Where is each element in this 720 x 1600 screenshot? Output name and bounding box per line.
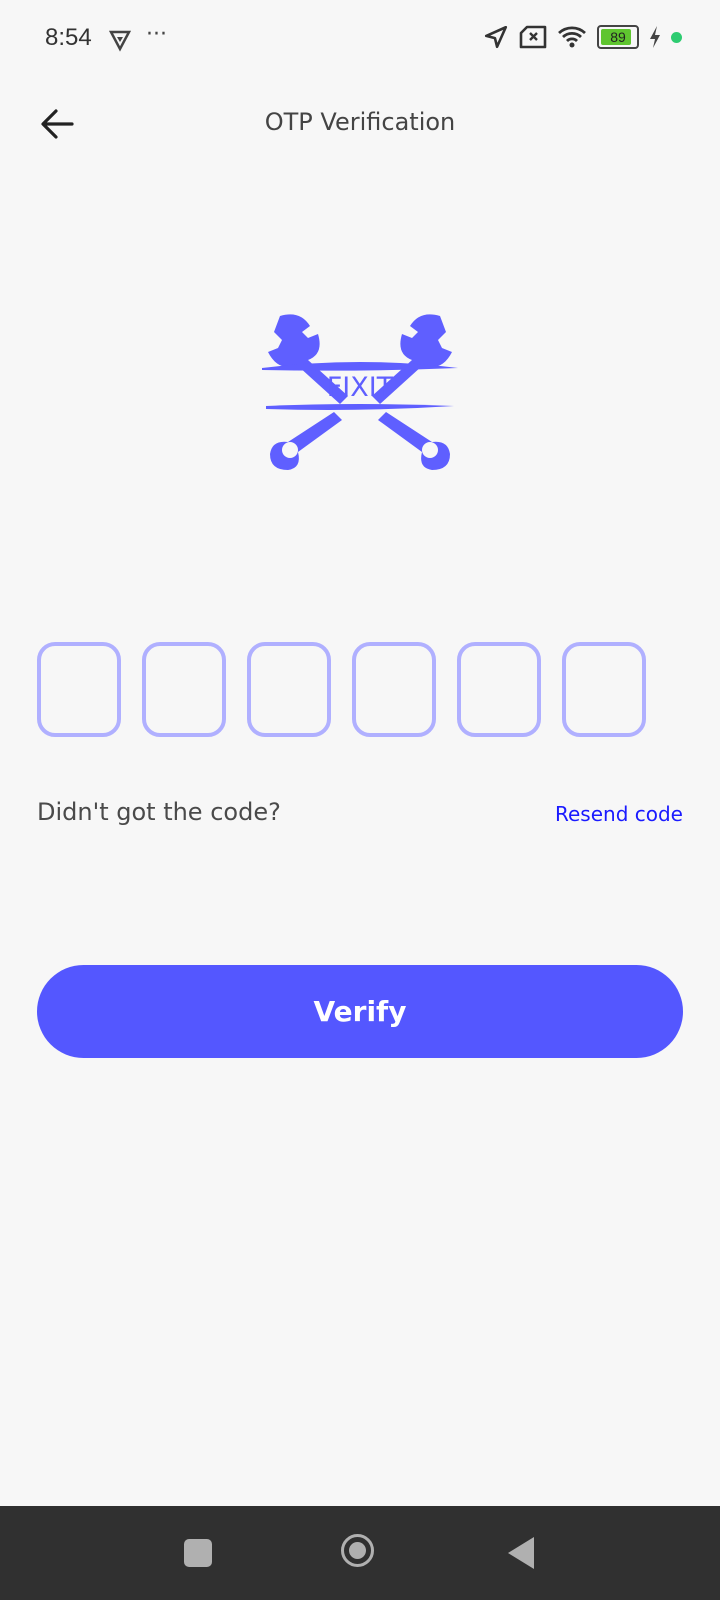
page-title: OTP Verification	[264, 108, 456, 136]
otp-digit-5[interactable]	[457, 642, 541, 737]
fixit-logo: FIXIT	[262, 314, 458, 470]
resend-prompt: Didn't got the code?	[37, 798, 281, 826]
otp-input-group	[37, 642, 646, 737]
no-sim-icon	[519, 25, 547, 49]
home-icon[interactable]	[341, 1534, 374, 1567]
location-icon	[484, 25, 508, 49]
logo-text: FIXIT	[327, 372, 394, 403]
battery-icon: 89	[597, 25, 639, 49]
wifi-icon	[558, 26, 586, 48]
vpn-shield-icon	[108, 30, 132, 52]
back-icon[interactable]	[508, 1537, 534, 1569]
status-icons: 89	[483, 24, 682, 50]
recents-icon[interactable]	[184, 1539, 212, 1567]
otp-digit-4[interactable]	[352, 642, 436, 737]
charging-icon	[650, 26, 660, 48]
otp-digit-2[interactable]	[142, 642, 226, 737]
resend-code-link[interactable]: Resend code	[555, 802, 683, 826]
otp-digit-3[interactable]	[247, 642, 331, 737]
verify-button[interactable]: Verify	[37, 965, 683, 1058]
battery-level: 89	[610, 29, 626, 45]
privacy-indicator-dot	[671, 31, 682, 43]
otp-digit-1[interactable]	[37, 642, 121, 737]
status-time: 8:54	[45, 24, 92, 51]
more-notifications: ···	[146, 22, 167, 47]
otp-digit-6[interactable]	[562, 642, 646, 737]
